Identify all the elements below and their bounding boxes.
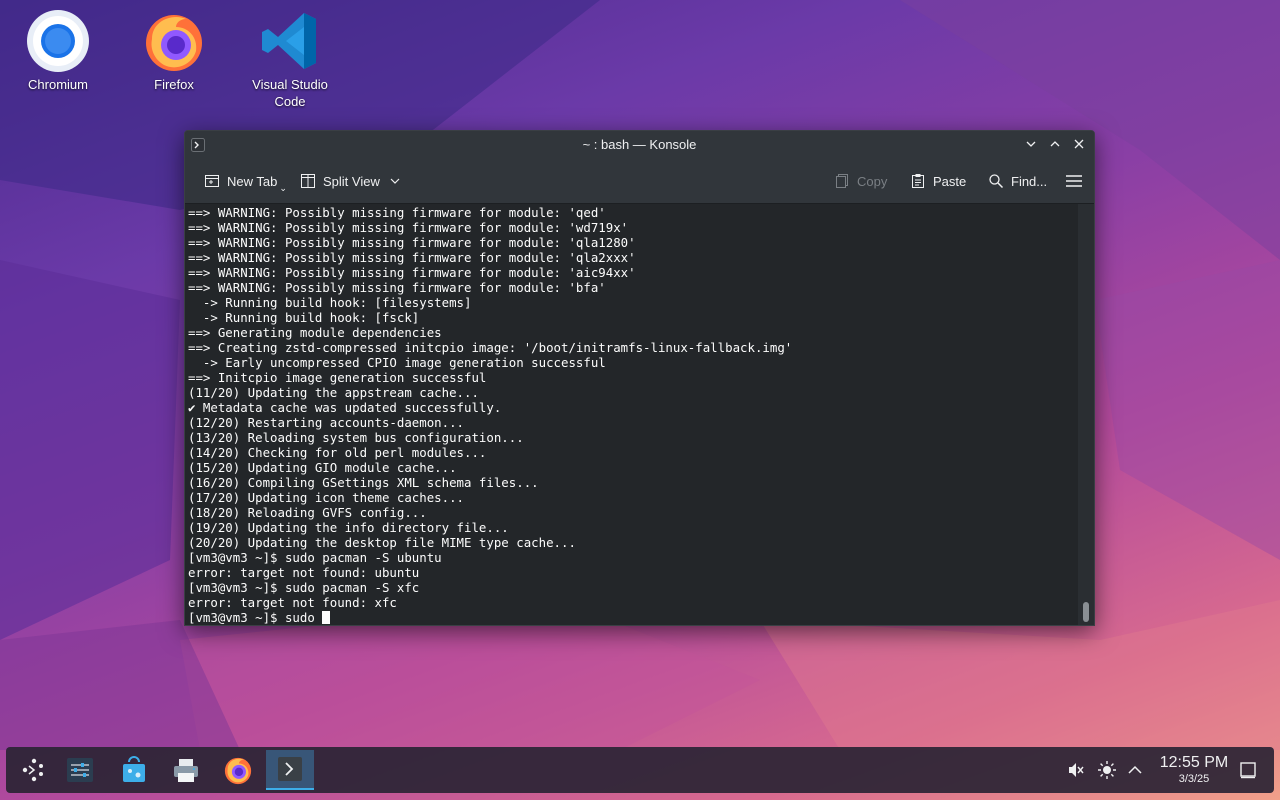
- terminal-line: (17/20) Updating icon theme caches...: [188, 490, 465, 505]
- terminal-line: (12/20) Restarting accounts-daemon...: [188, 415, 465, 430]
- terminal-line: ==> WARNING: Possibly missing firmware f…: [188, 265, 636, 280]
- copy-label: Copy: [857, 173, 888, 189]
- terminal-line: ==> WARNING: Possibly missing firmware f…: [188, 250, 636, 265]
- discover-icon: [123, 756, 145, 782]
- konsole-window[interactable]: ~ : bash — Konsole New Tab ⌄ Split View …: [184, 130, 1095, 626]
- close-button[interactable]: [1070, 135, 1088, 153]
- system-settings-icon: [67, 758, 93, 782]
- terminal-line: error: target not found: ubuntu: [188, 565, 420, 580]
- split-view-icon: [299, 172, 317, 190]
- terminal-line: ✔ Metadata cache was updated successfull…: [188, 400, 502, 415]
- terminal-line: (19/20) Updating the info directory file…: [188, 520, 509, 535]
- terminal-line: error: target not found: xfc: [188, 595, 397, 610]
- konsole-icon: [278, 757, 302, 781]
- terminal-line: ==> Generating module dependencies: [188, 325, 442, 340]
- taskbar-panel: 12:55 PM 3/3/25: [6, 747, 1274, 793]
- split-view-label: Split View: [323, 173, 380, 189]
- paste-icon: [909, 172, 927, 190]
- copy-icon: [833, 172, 851, 190]
- brightness-button[interactable]: [1096, 759, 1118, 781]
- terminal-output[interactable]: ==> WARNING: Possibly missing firmware f…: [185, 204, 1080, 625]
- terminal-line: (15/20) Updating GIO module cache...: [188, 460, 457, 475]
- volume-muted-button[interactable]: [1065, 759, 1087, 781]
- terminal-line: -> Running build hook: [fsck]: [188, 310, 420, 325]
- digital-clock[interactable]: 12:55 PM 3/3/25: [1154, 754, 1234, 786]
- konsole-toolbar: New Tab ⌄ Split View Copy Paste Find...: [185, 158, 1094, 204]
- chevron-down-icon: [386, 172, 404, 190]
- maximize-button[interactable]: [1046, 135, 1064, 153]
- terminal-line: (18/20) Reloading GVFS config...: [188, 505, 427, 520]
- printer-icon: [174, 759, 198, 782]
- clock-date: 3/3/25: [1178, 773, 1210, 785]
- show-desktop-button[interactable]: [1237, 759, 1259, 781]
- window-title: ~ : bash — Konsole: [582, 137, 697, 152]
- application-launcher-icon: [22, 758, 43, 782]
- desktop-icon-label: Visual Studio Code: [252, 77, 328, 109]
- terminal-line: (16/20) Compiling GSettings XML schema f…: [188, 475, 539, 490]
- terminal-line: (20/20) Updating the desktop file MIME t…: [188, 535, 576, 550]
- hamburger-menu-icon: [1065, 172, 1083, 190]
- dropdown-indicator-icon: ⌄: [279, 182, 287, 193]
- terminal-line: [vm3@vm3 ~]$ sudo pacman -S xfc: [188, 580, 420, 595]
- printer-button[interactable]: [164, 750, 208, 790]
- desktop-icon-vscode[interactable]: Visual Studio Code: [245, 8, 335, 110]
- terminal-line: [vm3@vm3 ~]$ sudo pacman -S ubuntu: [188, 550, 442, 565]
- clock-time: 12:55 PM: [1159, 754, 1229, 771]
- new-tab-label: New Tab: [227, 173, 278, 189]
- split-view-button[interactable]: Split View: [293, 166, 410, 196]
- terminal-line: (14/20) Checking for old perl modules...: [188, 445, 487, 460]
- discover-button[interactable]: [112, 750, 156, 790]
- close-icon: [1074, 139, 1084, 149]
- chevron-up-icon: [1128, 765, 1142, 774]
- paste-button[interactable]: Paste: [903, 166, 972, 196]
- application-launcher-button[interactable]: [12, 750, 56, 790]
- volume-muted-icon: [1069, 763, 1084, 777]
- hamburger-menu-button[interactable]: [1059, 166, 1089, 196]
- copy-button[interactable]: Copy: [827, 166, 893, 196]
- find-button[interactable]: Find...: [981, 166, 1053, 196]
- desktop-icon-label: Chromium: [28, 77, 88, 92]
- vscode-icon: [257, 8, 323, 74]
- scrollbar-thumb[interactable]: [1083, 602, 1089, 622]
- terminal-line: ==> WARNING: Possibly missing firmware f…: [188, 205, 606, 220]
- chevron-down-icon: [1026, 141, 1036, 147]
- desktop-icon-firefox[interactable]: Firefox: [129, 8, 219, 93]
- terminal-cursor: [322, 611, 331, 624]
- terminal-line: -> Early uncompressed CPIO image generat…: [188, 355, 606, 370]
- firefox-icon: [224, 757, 252, 785]
- show-desktop-icon: [1240, 762, 1256, 779]
- brightness-icon: [1098, 761, 1116, 779]
- system-settings-button[interactable]: [58, 750, 102, 790]
- new-tab-button[interactable]: New Tab ⌄: [197, 166, 293, 196]
- firefox-icon: [141, 8, 207, 74]
- terminal-line: (13/20) Reloading system bus configurati…: [188, 430, 524, 445]
- konsole-taskbar-button[interactable]: [266, 750, 314, 790]
- terminal-scrollbar[interactable]: [1078, 204, 1094, 625]
- system-tray-expand-button[interactable]: [1124, 759, 1146, 781]
- paste-label: Paste: [933, 173, 967, 189]
- terminal-line: ==> WARNING: Possibly missing firmware f…: [188, 220, 629, 235]
- terminal-line: ==> Creating zstd-compressed initcpio im…: [188, 340, 793, 355]
- firefox-taskbar-button[interactable]: [216, 750, 260, 790]
- minimize-button[interactable]: [1022, 135, 1040, 153]
- terminal-prompt: [vm3@vm3 ~]$ sudo: [188, 610, 323, 625]
- search-icon: [987, 172, 1005, 190]
- find-label: Find...: [1011, 173, 1048, 189]
- terminal-line: ==> WARNING: Possibly missing firmware f…: [188, 235, 636, 250]
- desktop-icon-chromium[interactable]: Chromium: [13, 8, 103, 93]
- chromium-icon: [25, 8, 91, 74]
- new-tab-icon: [203, 172, 221, 190]
- terminal-prompt-line[interactable]: [vm3@vm3 ~]$ sudo: [188, 610, 792, 625]
- terminal-line: (11/20) Updating the appstream cache...: [188, 385, 479, 400]
- desktop-icon-label: Firefox: [154, 77, 194, 92]
- terminal-line: ==> WARNING: Possibly missing firmware f…: [188, 280, 606, 295]
- terminal-line: -> Running build hook: [filesystems]: [188, 295, 472, 310]
- chevron-up-icon: [1050, 141, 1060, 147]
- terminal-line: ==> Initcpio image generation successful: [188, 370, 487, 385]
- window-titlebar[interactable]: ~ : bash — Konsole: [185, 131, 1094, 158]
